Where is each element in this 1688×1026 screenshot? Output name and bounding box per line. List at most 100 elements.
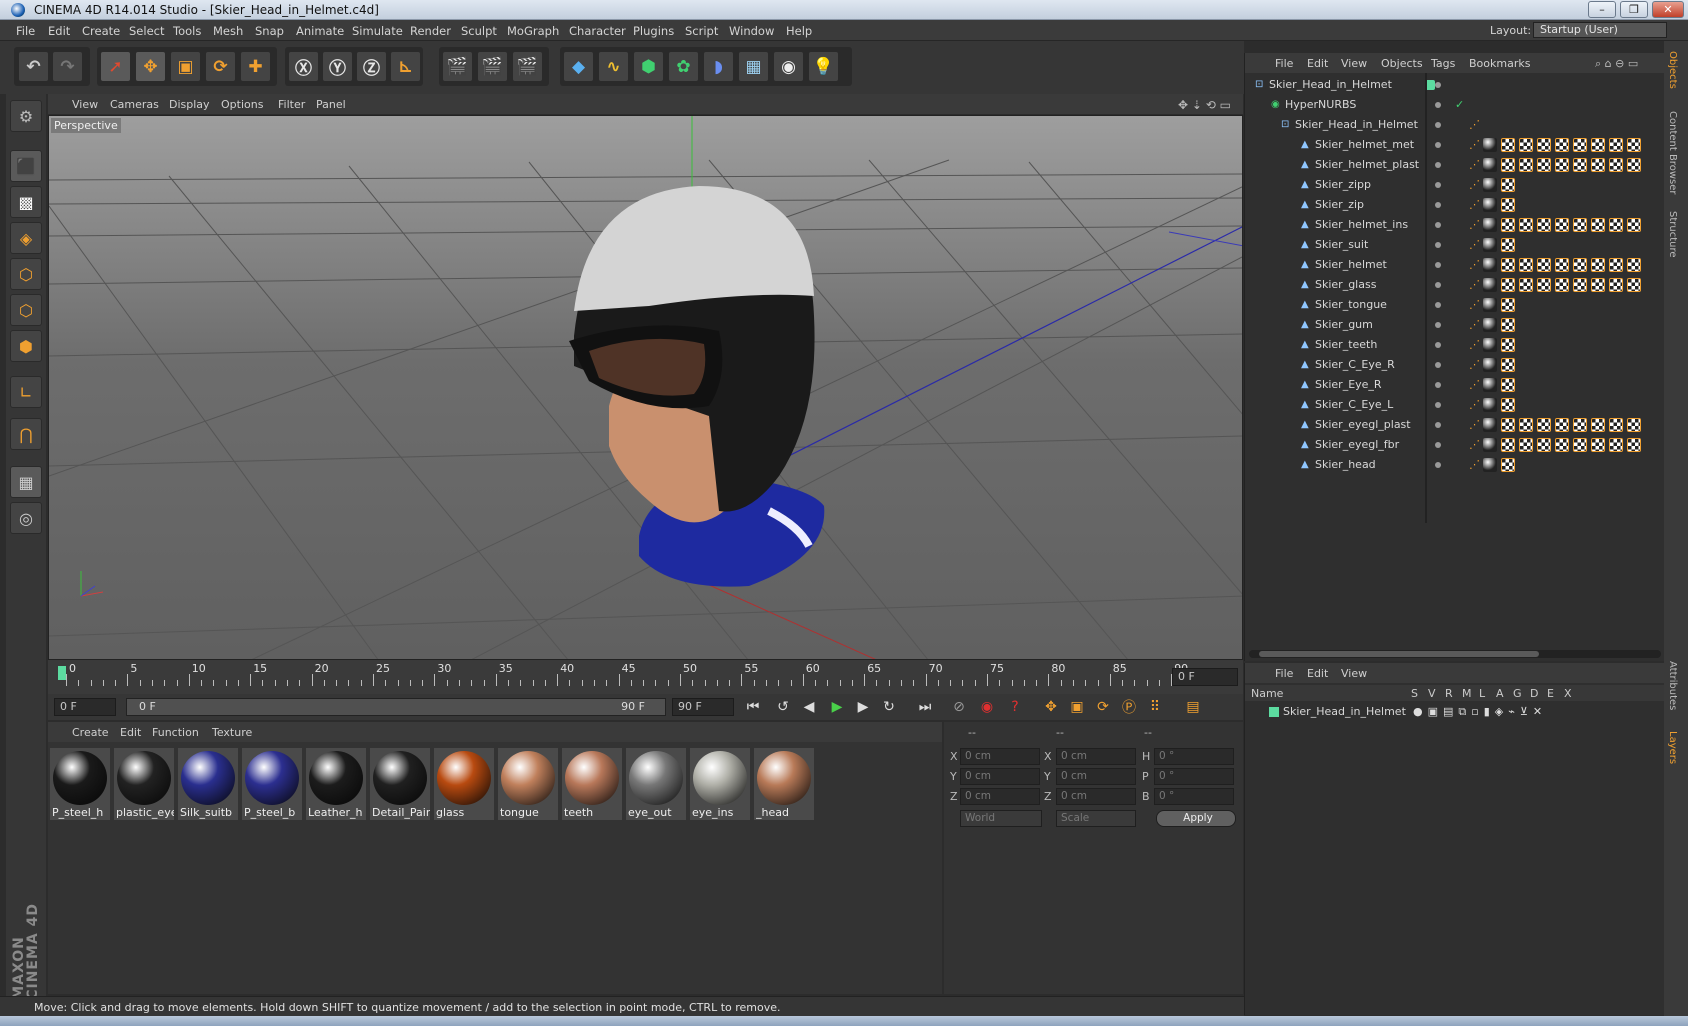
layer-menu-view[interactable]: View (1341, 667, 1367, 680)
object-row[interactable]: ▲ Skier_eyegl_plast ⋰ (1245, 415, 1665, 435)
object-name[interactable]: Skier_helmet (1315, 258, 1387, 271)
material-tag-icon[interactable] (1483, 278, 1497, 292)
visibility-dot[interactable] (1435, 82, 1441, 88)
z-axis-icon[interactable]: Ⓩ (356, 51, 387, 82)
layer-column-v[interactable]: V (1428, 687, 1436, 700)
object-name[interactable]: Skier_C_Eye_R (1315, 358, 1395, 371)
playhead-marker[interactable] (58, 666, 66, 680)
material-menu-function[interactable]: Function (152, 726, 199, 739)
visibility-dot[interactable] (1435, 342, 1441, 348)
texture-tag-icon[interactable] (1501, 158, 1515, 172)
menu-mesh[interactable]: Mesh (213, 24, 243, 38)
texture-tag-icon[interactable] (1519, 158, 1533, 172)
undo-icon[interactable]: ↶ (18, 51, 49, 82)
phong-tag-icon[interactable]: ⋰ (1469, 338, 1480, 351)
menu-animate[interactable]: Animate (296, 24, 344, 38)
phong-tag-icon[interactable]: ⋰ (1469, 198, 1480, 211)
key-pla-icon[interactable]: ⠿ (1144, 697, 1166, 717)
object-name[interactable]: Skier_suit (1315, 238, 1368, 251)
object-menu-file[interactable]: File (1275, 57, 1293, 70)
object-name[interactable]: Skier_helmet_ins (1315, 218, 1408, 231)
texture-tag-icon[interactable] (1591, 258, 1605, 272)
x-axis-icon[interactable]: Ⓧ (288, 51, 319, 82)
object-row[interactable]: ▲ Skier_helmet_plast ⋰ (1245, 155, 1665, 175)
pos-z-field[interactable]: 0 cm (960, 788, 1040, 805)
object-name[interactable]: Skier_eyegl_plast (1315, 418, 1411, 431)
texture-tag-icon[interactable] (1537, 218, 1551, 232)
material-swatch[interactable]: teeth (562, 748, 622, 820)
menu-window[interactable]: Window (729, 24, 774, 38)
layer-column-l[interactable]: L (1479, 687, 1485, 700)
texture-tag-icon[interactable] (1609, 158, 1623, 172)
object-name[interactable]: Skier_eyegl_fbr (1315, 438, 1399, 451)
material-swatch[interactable]: plastic_eye (114, 748, 174, 820)
menu-select[interactable]: Select (129, 24, 164, 38)
rot-b-field[interactable]: 0 ° (1154, 788, 1234, 805)
object-search-icon[interactable]: ⌕ ⌂ ⊖ ▭ (1595, 57, 1638, 71)
record-off-icon[interactable]: ⊘ (948, 697, 970, 717)
object-name[interactable]: Skier_C_Eye_L (1315, 398, 1393, 411)
scale-icon[interactable]: ▣ (170, 51, 201, 82)
layer-column-s[interactable]: S (1411, 687, 1418, 700)
texture-tag-icon[interactable] (1501, 258, 1515, 272)
snap-icon[interactable]: ⋂ (10, 418, 42, 450)
object-name[interactable]: Skier_zip (1315, 198, 1364, 211)
cube-icon[interactable]: ◆ (563, 51, 594, 82)
model-mode-icon[interactable]: ⬛ (10, 150, 42, 182)
planar-icon[interactable]: ◎ (10, 502, 42, 534)
end-frame-field[interactable]: 90 F (672, 698, 734, 716)
texture-tag-icon[interactable] (1627, 158, 1641, 172)
menu-sculpt[interactable]: Sculpt (461, 24, 497, 38)
key-scale-icon[interactable]: ▣ (1066, 697, 1088, 717)
material-swatch[interactable]: _head (754, 748, 814, 820)
workplane-lock-icon[interactable]: ▦ (10, 466, 42, 498)
frame-range-slider[interactable]: 0 F 90 F (126, 698, 666, 716)
visibility-dot[interactable] (1435, 422, 1441, 428)
texture-tag-icon[interactable] (1519, 438, 1533, 452)
texture-tag-icon[interactable] (1573, 418, 1587, 432)
texture-tag-icon[interactable] (1573, 438, 1587, 452)
visibility-dot[interactable] (1435, 222, 1441, 228)
visibility-dot[interactable] (1435, 242, 1441, 248)
object-menu-objects[interactable]: Objects (1381, 57, 1423, 70)
texture-tag-icon[interactable] (1519, 138, 1533, 152)
texture-tag-icon[interactable] (1573, 158, 1587, 172)
material-tag-icon[interactable] (1483, 338, 1497, 352)
world-dropdown[interactable]: World (960, 810, 1042, 827)
edges-mode-icon[interactable]: ⬡ (10, 294, 42, 326)
tab-objects[interactable]: Objects (1667, 51, 1678, 89)
key-parameter-icon[interactable]: Ⓟ (1118, 697, 1140, 717)
object-menu-view[interactable]: View (1341, 57, 1367, 70)
rot-h-field[interactable]: 0 ° (1154, 748, 1234, 765)
prev-key-icon[interactable]: ↺ (772, 697, 794, 717)
texture-tag-icon[interactable] (1501, 378, 1515, 392)
material-tag-icon[interactable] (1483, 298, 1497, 312)
texture-tag-icon[interactable] (1627, 418, 1641, 432)
texture-tag-icon[interactable] (1537, 418, 1551, 432)
rot-p-field[interactable]: 0 ° (1154, 768, 1234, 785)
texture-tag-icon[interactable] (1555, 278, 1569, 292)
menu-help[interactable]: Help (786, 24, 812, 38)
polygons-mode-icon[interactable]: ⬢ (10, 330, 42, 362)
visibility-dot[interactable] (1435, 262, 1441, 268)
layer-column-r[interactable]: R (1445, 687, 1453, 700)
next-frame-icon[interactable]: ▶ (852, 697, 874, 717)
texture-tag-icon[interactable] (1591, 278, 1605, 292)
layer-column-m[interactable]: M (1462, 687, 1472, 700)
next-key-icon[interactable]: ↻ (878, 697, 900, 717)
move-icon[interactable]: ✥ (135, 51, 166, 82)
texture-tag-icon[interactable] (1501, 418, 1515, 432)
object-row[interactable]: ▲ Skier_suit ⋰ (1245, 235, 1665, 255)
layer-column-name[interactable]: Name (1251, 687, 1283, 700)
viewport-menu-panel[interactable]: Panel (316, 98, 346, 111)
texture-tag-icon[interactable] (1627, 218, 1641, 232)
layer-column-g[interactable]: G (1513, 687, 1522, 700)
menu-create[interactable]: Create (82, 24, 120, 38)
texture-tag-icon[interactable] (1519, 418, 1533, 432)
material-menu-texture[interactable]: Texture (212, 726, 252, 739)
phong-tag-icon[interactable]: ⋰ (1469, 138, 1480, 151)
scale-dropdown[interactable]: Scale (1056, 810, 1136, 827)
texture-tag-icon[interactable] (1555, 258, 1569, 272)
add-icon[interactable]: ✚ (240, 51, 271, 82)
object-row[interactable]: ⊡ Skier_Head_in_Helmet (1245, 75, 1665, 95)
